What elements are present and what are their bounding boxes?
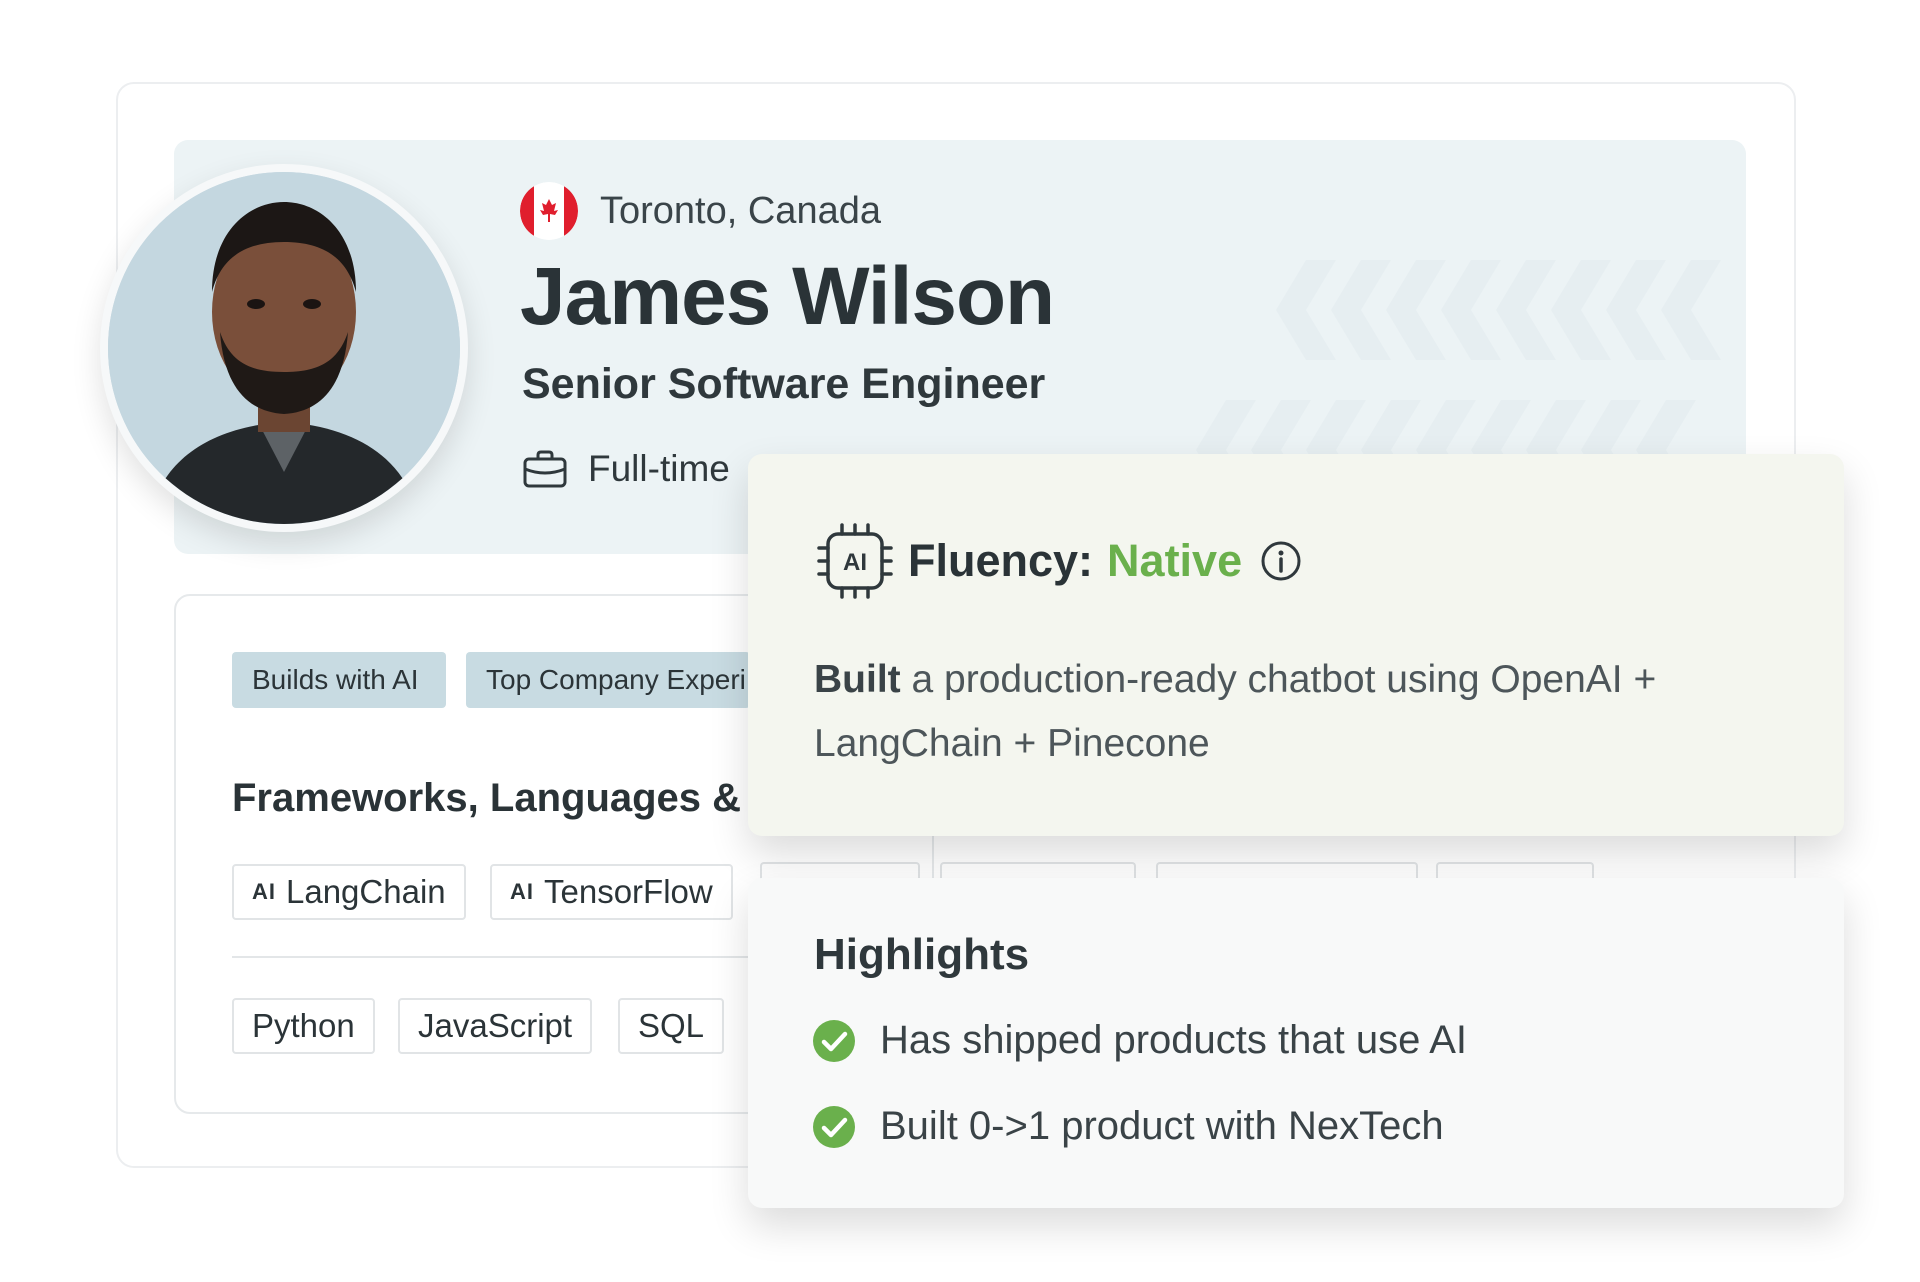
briefcase-icon bbox=[523, 450, 567, 488]
language-chip-javascript: JavaScript bbox=[398, 998, 593, 1054]
highlight-text: Has shipped products that use AI bbox=[880, 1018, 1468, 1062]
location-text: Toronto, Canada bbox=[600, 189, 881, 232]
language-chip-sql: SQL bbox=[618, 998, 725, 1054]
highlights-card: Highlights Has shipped products that use… bbox=[748, 878, 1844, 1208]
fluency-description: Built a production-ready chatbot using O… bbox=[814, 648, 1774, 776]
highlight-text: Built 0->1 product with NexTech bbox=[880, 1104, 1444, 1148]
fluency-label: Fluency: bbox=[908, 535, 1094, 586]
svg-text:AI: AI bbox=[843, 549, 867, 576]
profile-photo bbox=[108, 172, 460, 524]
skill-chip-label: LangChain bbox=[286, 873, 446, 910]
candidate-name: James Wilson bbox=[520, 251, 1055, 342]
skill-chip-label: TensorFlow bbox=[544, 873, 713, 910]
employment-type: Full-time bbox=[522, 448, 730, 490]
fluency-value: Native bbox=[1107, 535, 1243, 586]
ai-mark-icon: AI bbox=[252, 879, 276, 904]
divider bbox=[232, 956, 762, 958]
language-chip-python: Python bbox=[232, 998, 375, 1054]
skill-chip-tensorflow: AI TensorFlow bbox=[490, 864, 733, 920]
avatar bbox=[100, 164, 468, 532]
check-circle-icon bbox=[813, 1105, 855, 1148]
fluency-header: AI Fluency: Native bbox=[816, 522, 1302, 600]
badge-builds-with-ai: Builds with AI bbox=[232, 652, 446, 708]
highlights-title: Highlights bbox=[814, 930, 1030, 979]
info-icon[interactable] bbox=[1260, 540, 1302, 582]
candidate-title: Senior Software Engineer bbox=[522, 360, 1046, 408]
fluency-description-rest: a production-ready chatbot using OpenAI … bbox=[814, 658, 1657, 765]
fluency-description-bold: Built bbox=[814, 658, 901, 701]
employment-type-label: Full-time bbox=[588, 448, 730, 489]
badge-top-company: Top Company Experi bbox=[466, 652, 750, 708]
ai-mark-icon: AI bbox=[510, 879, 534, 904]
skill-chip-langchain: AI LangChain bbox=[232, 864, 466, 920]
check-circle-icon bbox=[813, 1019, 855, 1062]
fluency-card: AI Fluency: Native Built a production-re… bbox=[748, 454, 1844, 836]
skills-section-title: Frameworks, Languages & bbox=[232, 776, 742, 820]
canada-flag-icon bbox=[520, 182, 578, 240]
location: Toronto, Canada bbox=[520, 182, 881, 240]
highlight-item: Built 0->1 product with NexTech bbox=[812, 1104, 1444, 1149]
ai-chip-icon: AI bbox=[817, 523, 893, 599]
highlight-item: Has shipped products that use AI bbox=[812, 1018, 1467, 1063]
